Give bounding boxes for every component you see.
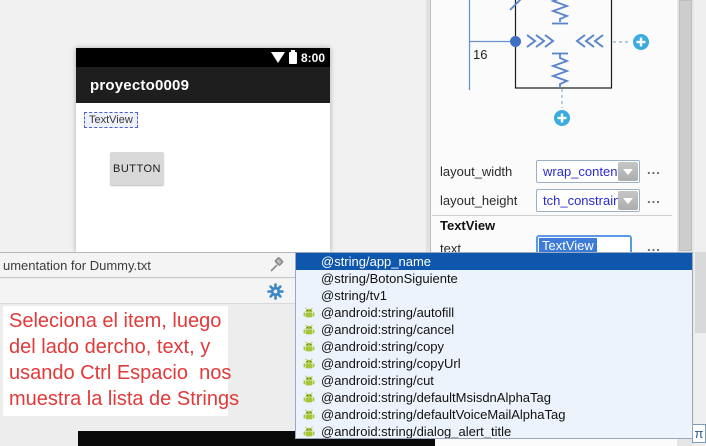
autocomplete-item[interactable]: @string/app_name: [296, 253, 692, 270]
autocomplete-item[interactable]: @android:string/copy: [296, 338, 692, 355]
outer-scrollbar-thumb[interactable]: [695, 252, 706, 333]
phone-status-bar: 8:00: [76, 48, 330, 67]
autocomplete-item[interactable]: @android:string/defaultVoiceMailAlphaTag: [296, 406, 692, 423]
phone-preview: 8:00 proyecto0009 TextView BUTTON: [76, 48, 330, 252]
layout-height-combo[interactable]: tch_constraint: [536, 189, 640, 212]
top-spring-icon: [552, 0, 568, 24]
android-icon: [302, 375, 321, 387]
combo-value: wrap_content: [543, 164, 621, 179]
window-edge: [694, 0, 706, 446]
right-arrows-icon: [577, 35, 603, 47]
scrollbar-thumb[interactable]: [679, 0, 692, 251]
button-widget[interactable]: BUTTON: [110, 152, 164, 185]
android-icon: [302, 324, 321, 336]
autocomplete-item[interactable]: @android:string/cancel: [296, 321, 692, 338]
doc-note-line: muestra la lista de Strings: [9, 386, 228, 412]
android-icon: [302, 426, 321, 438]
prop-label: layout_height: [440, 193, 517, 208]
android-icon: [302, 392, 321, 404]
autocomplete-item[interactable]: @android:string/copyUrl: [296, 355, 692, 372]
section-title: TextView: [440, 218, 495, 233]
app-title-bar: proyecto0009: [76, 67, 330, 103]
add-bottom-constraint-button[interactable]: [554, 110, 570, 126]
section-divider: [432, 215, 672, 216]
pi-icon[interactable]: π: [692, 424, 706, 443]
autocomplete-item-label: @android:string/autofill: [321, 305, 454, 320]
layout-width-combo[interactable]: wrap_content: [536, 160, 640, 183]
doc-note-line: del lado dercho, text, y: [9, 334, 228, 360]
autocomplete-item[interactable]: @android:string/dialog_alert_title: [296, 423, 692, 439]
prop-row-layout-width: layout_width wrap_content ...: [431, 160, 677, 183]
autocomplete-popup: @string/app_name @string/BotonSiguiente @s…: [295, 252, 693, 439]
android-icon: [302, 358, 321, 370]
doc-panel-title: umentation for Dummy.txt: [0, 258, 151, 273]
autocomplete-item[interactable]: @android:string/defaultMsisdnAlphaTag: [296, 389, 692, 406]
chevron-down-icon[interactable]: [618, 191, 638, 210]
doc-note-line: usando Ctrl Espacio nos: [9, 360, 228, 386]
textview-widget[interactable]: TextView: [84, 112, 138, 128]
android-icon: [302, 341, 321, 353]
pin-icon[interactable]: [268, 257, 285, 274]
add-right-constraint-button[interactable]: [633, 34, 649, 50]
prop-label: layout_width: [440, 164, 512, 179]
left-arrows-icon: [527, 35, 553, 47]
android-studio-window: 8:00 proyecto0009 TextView BUTTON 16: [0, 0, 706, 446]
autocomplete-item-label: @android:string/defaultVoiceMailAlphaTag: [321, 407, 565, 422]
autocomplete-item-label: @string/app_name: [321, 254, 431, 269]
left-anchor-dot[interactable]: [510, 36, 521, 47]
android-icon: [302, 307, 321, 319]
autocomplete-item[interactable]: @android:string/cut: [296, 372, 692, 389]
autocomplete-item-label: @android:string/defaultMsisdnAlphaTag: [321, 390, 551, 405]
autocomplete-item[interactable]: @string/tv1: [296, 287, 692, 304]
doc-panel-toolbar: [0, 279, 295, 304]
combo-value: tch_constraint: [543, 193, 624, 208]
status-time: 8:00: [301, 51, 325, 65]
chevron-down-icon[interactable]: [618, 162, 638, 181]
prop-row-layout-height: layout_height tch_constraint ...: [431, 189, 677, 212]
autocomplete-item-label: @android:string/cancel: [321, 322, 454, 337]
bottom-spring-icon: [552, 54, 568, 89]
gear-icon[interactable]: [267, 283, 284, 300]
selected-text: TextView: [539, 238, 597, 253]
battery-icon: [289, 52, 297, 64]
more-button[interactable]: ...: [647, 162, 661, 177]
autocomplete-item[interactable]: @android:string/autofill: [296, 304, 692, 321]
autocomplete-item-label: @android:string/copy: [321, 339, 444, 354]
autocomplete-item-label: @string/BotonSiguiente: [321, 271, 458, 286]
doc-panel-header[interactable]: umentation for Dummy.txt: [0, 253, 295, 278]
more-button[interactable]: ...: [647, 191, 661, 206]
autocomplete-item-label: @android:string/dialog_alert_title: [321, 424, 511, 439]
autocomplete-item-label: @android:string/cut: [321, 373, 434, 388]
constraint-widget-inspector[interactable]: 16: [431, 0, 677, 140]
autocomplete-item-label: @string/tv1: [321, 288, 387, 303]
doc-note-line: Seleciona el item, luego: [9, 308, 228, 334]
margin-value: 16: [473, 47, 487, 62]
autocomplete-item[interactable]: @string/BotonSiguiente: [296, 270, 692, 287]
doc-note: Seleciona el item, luegodel lado dercho,…: [3, 306, 228, 416]
documentation-panel: umentation for Dummy.txt Selecion: [0, 252, 295, 446]
app-title: proyecto0009: [90, 77, 189, 94]
android-icon: [302, 409, 321, 421]
wifi-icon: [271, 52, 285, 63]
autocomplete-item-label: @android:string/copyUrl: [321, 356, 461, 371]
